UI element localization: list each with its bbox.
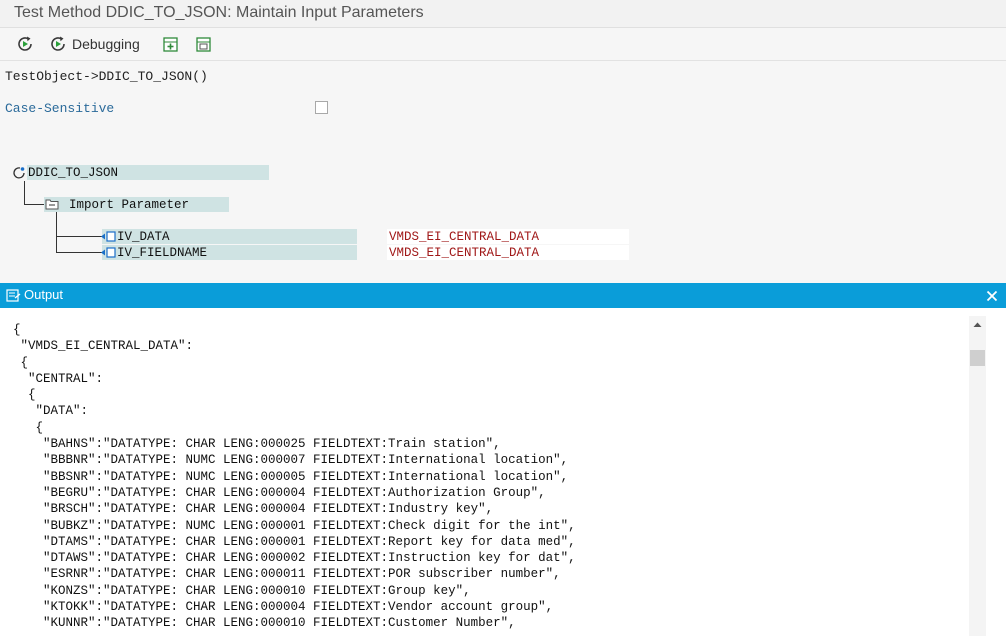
insert-row-button[interactable]	[162, 34, 180, 54]
output-line: "KUNNR":"DATATYPE: CHAR LENG:000010 FIEL…	[13, 616, 516, 631]
scroll-thumb[interactable]	[970, 350, 985, 366]
close-icon[interactable]	[986, 290, 998, 302]
tree-param-iv-fieldname[interactable]: IV_FIELDNAME	[117, 246, 207, 260]
output-line: "VMDS_EI_CENTRAL_DATA":	[13, 339, 194, 354]
tree-connector	[24, 204, 44, 205]
vertical-scrollbar[interactable]	[969, 316, 986, 636]
parameter-icon	[101, 231, 116, 242]
output-line: "KONZS":"DATATYPE: CHAR LENG:000010 FIEL…	[13, 583, 471, 598]
param-type-iv-data: VMDS_EI_CENTRAL_DATA	[389, 230, 540, 244]
window-title: Test Method DDIC_TO_JSON: Maintain Input…	[14, 4, 424, 21]
output-line: "CENTRAL":	[13, 371, 104, 386]
delete-row-icon	[196, 37, 211, 52]
output-line: "DATA":	[13, 404, 89, 419]
debugging-label: Debugging	[72, 36, 140, 52]
case-sensitive-checkbox[interactable]	[315, 101, 328, 114]
test-object-path: TestObject->DDIC_TO_JSON()	[5, 69, 208, 84]
tree-connector	[56, 252, 102, 253]
output-line: "BBBNR":"DATATYPE: NUMC LENG:000007 FIEL…	[13, 453, 569, 468]
param-type-iv-fieldname: VMDS_EI_CENTRAL_DATA	[389, 246, 540, 260]
case-sensitive-label: Case-Sensitive	[5, 101, 115, 116]
output-line: "DTAWS":"DATATYPE: CHAR LENG:000002 FIEL…	[13, 551, 576, 566]
output-line: {	[13, 355, 29, 370]
output-line: "DTAMS":"DATATYPE: CHAR LENG:000001 FIEL…	[13, 534, 576, 549]
output-panel-title: Output	[24, 287, 64, 302]
output-line: "KTOKK":"DATATYPE: CHAR LENG:000004 FIEL…	[13, 600, 554, 615]
json-output: { "VMDS_EI_CENTRAL_DATA": { "CENTRAL": {…	[13, 322, 576, 632]
debugging-button[interactable]: Debugging	[48, 34, 140, 54]
debug-execute-icon	[51, 36, 65, 51]
output-line: "BAHNS":"DATATYPE: CHAR LENG:000025 FIEL…	[13, 437, 501, 452]
output-line: {	[13, 388, 36, 403]
tree-connector	[24, 181, 25, 204]
output-line: "BEGRU":"DATATYPE: CHAR LENG:000004 FIEL…	[13, 485, 546, 500]
execute-icon	[18, 36, 32, 51]
output-line: "BUBKZ":"DATATYPE: NUMC LENG:000001 FIEL…	[13, 518, 576, 533]
output-text-area[interactable]: { "VMDS_EI_CENTRAL_DATA": { "CENTRAL": {…	[0, 308, 1006, 636]
tree-param-iv-data[interactable]: IV_DATA	[117, 230, 170, 244]
output-line: {	[13, 420, 44, 435]
output-line: "BRSCH":"DATATYPE: CHAR LENG:000004 FIEL…	[13, 502, 494, 517]
output-line: {	[13, 323, 21, 337]
scroll-up-arrow-icon[interactable]	[969, 316, 986, 334]
insert-row-icon	[163, 37, 178, 52]
tree-group-node[interactable]: Import Parameter	[69, 198, 189, 212]
delete-row-button[interactable]	[195, 34, 213, 54]
output-line: "ESRNR":"DATATYPE: CHAR LENG:000011 FIEL…	[13, 567, 561, 582]
parameter-icon	[101, 247, 116, 258]
output-line: "BBSNR":"DATATYPE: NUMC LENG:000005 FIEL…	[13, 469, 569, 484]
title-bar: Test Method DDIC_TO_JSON: Maintain Input…	[0, 0, 1006, 28]
execute-button[interactable]	[15, 34, 35, 54]
tree-connector	[56, 236, 102, 237]
output-panel-header: Output	[0, 283, 1006, 308]
tree-root-node[interactable]: DDIC_TO_JSON	[28, 166, 118, 180]
output-panel-icon	[6, 289, 21, 302]
tree-connector	[56, 212, 57, 252]
method-node-icon	[13, 167, 25, 179]
folder-icon	[45, 199, 59, 210]
toolbar: Debugging	[0, 28, 1006, 61]
